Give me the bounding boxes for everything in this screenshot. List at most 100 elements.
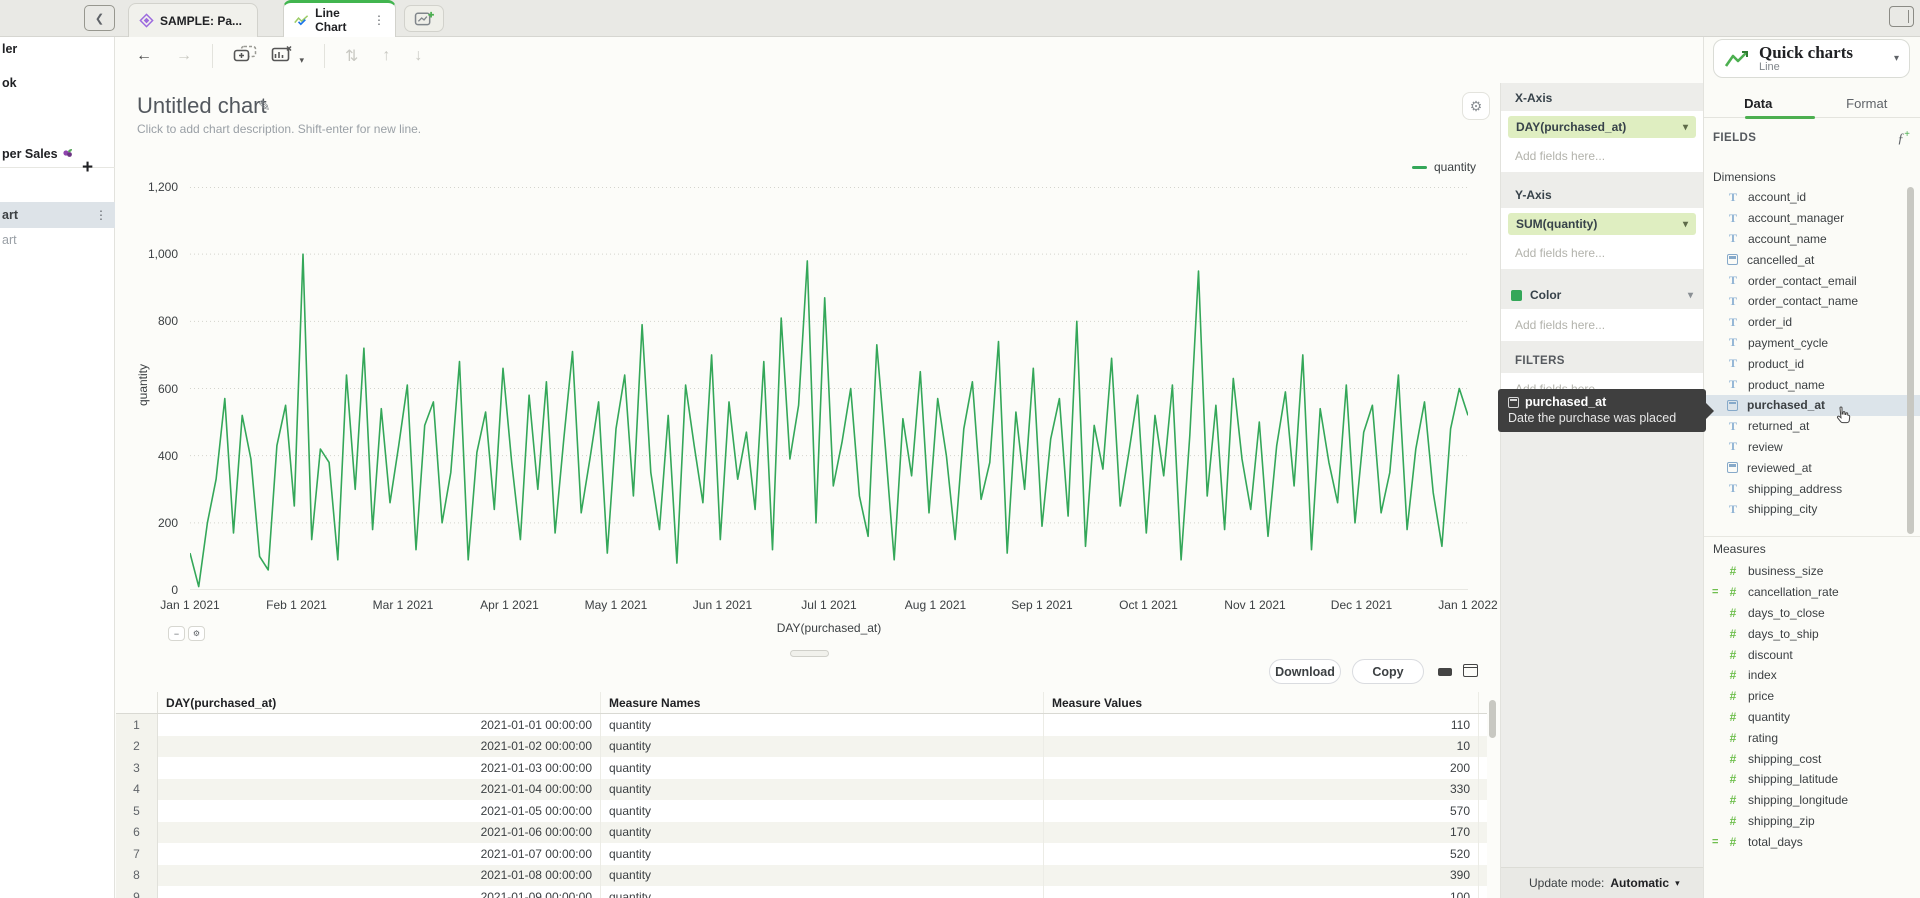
x-axis-section-label: X-Axis xyxy=(1501,83,1703,111)
encoding-shelf-panel: X-Axis DAY(purchased_at) ▾ Add fields he… xyxy=(1500,83,1703,898)
measure-total_days[interactable]: =#total_days xyxy=(1704,831,1920,852)
chart-title[interactable]: Untitled chart xyxy=(137,93,267,119)
measure-quantity[interactable]: #quantity xyxy=(1704,707,1920,728)
dimension-account_id[interactable]: Taccount_id xyxy=(1704,187,1920,208)
chevron-down-icon[interactable]: ▾ xyxy=(1675,878,1680,889)
y-axis-drop-zone[interactable]: Add fields here... xyxy=(1501,237,1703,269)
update-mode-value[interactable]: Automatic xyxy=(1610,876,1669,890)
sidebar-item-muted[interactable]: art xyxy=(0,233,17,247)
measure-index[interactable]: #index xyxy=(1704,665,1920,686)
redo-button[interactable]: → xyxy=(176,47,192,65)
chevron-down-icon[interactable]: ▾ xyxy=(1683,122,1688,133)
edit-title-pencil-icon[interactable]: ✎ xyxy=(258,97,271,115)
y-axis-field-pill[interactable]: SUM(quantity) ▾ xyxy=(1508,213,1696,235)
table-row: 72021-01-07 00:00:00quantity520 xyxy=(116,843,1487,865)
right-panel-toggle-icon[interactable] xyxy=(1889,6,1914,27)
field-label: business_size xyxy=(1748,564,1823,578)
sidebar-item-truncated-2[interactable]: ok xyxy=(0,76,115,90)
measure-shipping_cost[interactable]: #shipping_cost xyxy=(1704,748,1920,769)
measure-price[interactable]: #price xyxy=(1704,686,1920,707)
sidebar-item-super-sales[interactable]: per Sales xyxy=(0,147,115,161)
x-axis-drop-zone[interactable]: Add fields here... xyxy=(1501,140,1703,172)
dimension-order_contact_email[interactable]: Torder_contact_email xyxy=(1704,270,1920,291)
chart-settings-button[interactable]: ⚙ xyxy=(1462,92,1490,120)
dimension-order_id[interactable]: Torder_id xyxy=(1704,312,1920,333)
tab-line-chart[interactable]: Line Chart ⋮ xyxy=(283,0,396,37)
sort-descending-button[interactable]: ↓ xyxy=(414,47,422,65)
table-scrollbar[interactable] xyxy=(1489,700,1496,738)
remove-chart-button[interactable]: ▾ xyxy=(271,45,304,68)
quantity-line-series[interactable] xyxy=(190,254,1468,586)
dimension-account_name[interactable]: Taccount_name xyxy=(1704,229,1920,250)
table-cell: quantity xyxy=(601,886,1044,898)
table-cell: 2021-01-02 00:00:00 xyxy=(158,736,601,758)
duplicate-chart-button[interactable] xyxy=(233,45,257,68)
measure-rating[interactable]: #rating xyxy=(1704,727,1920,748)
chart-table-resize-handle[interactable] xyxy=(790,650,829,657)
dimension-payment_cycle[interactable]: Tpayment_cycle xyxy=(1704,333,1920,354)
field-label: discount xyxy=(1748,648,1793,662)
dimension-reviewed_at[interactable]: reviewed_at xyxy=(1704,457,1920,478)
measure-shipping_latitude[interactable]: #shipping_latitude xyxy=(1704,769,1920,790)
undo-button[interactable]: ← xyxy=(136,47,152,65)
expand-table-icon[interactable] xyxy=(1463,664,1478,677)
table-cell: 2021-01-06 00:00:00 xyxy=(158,822,601,844)
add-calculated-field-button[interactable]: ƒ+ xyxy=(1897,129,1910,148)
dimension-order_contact_name[interactable]: Torder_contact_name xyxy=(1704,291,1920,312)
table-cell: 330 xyxy=(1044,779,1479,801)
sidebar-item-line-chart-active[interactable]: art ⋮ xyxy=(0,202,115,228)
tab-format[interactable]: Format xyxy=(1813,90,1920,117)
dimension-shipping_city[interactable]: Tshipping_city xyxy=(1704,499,1920,520)
measure-days_to_close[interactable]: #days_to_close xyxy=(1704,603,1920,624)
measure-shipping_longitude[interactable]: #shipping_longitude xyxy=(1704,790,1920,811)
chevron-down-icon[interactable]: ▾ xyxy=(1894,53,1899,64)
measure-business_size[interactable]: #business_size xyxy=(1704,561,1920,582)
collapse-table-icon[interactable] xyxy=(1438,668,1452,676)
chart-description-placeholder[interactable]: Click to add chart description. Shift-en… xyxy=(137,122,421,136)
filters-section-label: FILTERS xyxy=(1501,341,1703,373)
dimension-review[interactable]: Treview xyxy=(1704,437,1920,458)
sidebar-collapse-button[interactable]: ❮ xyxy=(84,5,115,31)
new-chart-tab-button[interactable] xyxy=(404,5,444,32)
copy-button[interactable]: Copy xyxy=(1352,659,1424,684)
chart-type-selector[interactable]: Quick charts Line ▾ xyxy=(1713,39,1910,78)
dimension-returned_at[interactable]: Treturned_at xyxy=(1704,416,1920,437)
x-axis-field-pill[interactable]: DAY(purchased_at) ▾ xyxy=(1508,116,1696,138)
dimension-cancelled_at[interactable]: cancelled_at xyxy=(1704,249,1920,270)
tooltip-arrow xyxy=(1706,403,1714,419)
dimension-product_name[interactable]: Tproduct_name xyxy=(1704,374,1920,395)
swap-axes-button[interactable]: ⇅ xyxy=(345,46,358,66)
sort-ascending-button[interactable]: ↑ xyxy=(382,47,390,65)
hand-cursor-icon xyxy=(1832,405,1854,429)
measure-shipping_zip[interactable]: #shipping_zip xyxy=(1704,811,1920,832)
dimension-account_manager[interactable]: Taccount_manager xyxy=(1704,208,1920,229)
field-label: quantity xyxy=(1748,710,1790,724)
line-chart-plot[interactable] xyxy=(190,187,1468,590)
color-section-header[interactable]: Color ▾ xyxy=(1501,279,1703,309)
sidebar-item-truncated-1[interactable]: ler xyxy=(0,42,115,56)
table-cell: 170 xyxy=(1044,822,1479,844)
measure-discount[interactable]: #discount xyxy=(1704,644,1920,665)
tab-sample-dataset[interactable]: SAMPLE: Pa... xyxy=(128,3,258,37)
dimension-purchased_at[interactable]: purchased_at xyxy=(1704,395,1920,416)
sidebar-item-menu-icon[interactable]: ⋮ xyxy=(95,208,107,222)
tab-data[interactable]: Data xyxy=(1704,90,1813,117)
chevron-down-icon[interactable]: ▾ xyxy=(1683,219,1688,230)
left-sidebar: ler ok + per Sales art ⋮ art xyxy=(0,37,115,898)
measure-cancellation_rate[interactable]: =#cancellation_rate xyxy=(1704,582,1920,603)
chart-legend[interactable]: quantity xyxy=(1412,160,1476,174)
fields-scrollbar[interactable] xyxy=(1907,187,1914,534)
download-button[interactable]: Download xyxy=(1269,659,1341,684)
measures-list: #business_size=#cancellation_rate#days_t… xyxy=(1704,561,1920,852)
zoom-out-button[interactable]: − xyxy=(168,626,185,641)
measure-days_to_ship[interactable]: #days_to_ship xyxy=(1704,623,1920,644)
dimension-product_id[interactable]: Tproduct_id xyxy=(1704,353,1920,374)
plot-options-button[interactable]: ⚙ xyxy=(188,626,205,641)
color-drop-zone[interactable]: Add fields here... xyxy=(1501,309,1703,341)
dimension-shipping_address[interactable]: Tshipping_address xyxy=(1704,478,1920,499)
tab-menu-icon[interactable]: ⋮ xyxy=(371,13,385,27)
chevron-down-icon[interactable]: ▾ xyxy=(1688,290,1693,301)
table-cell: quantity xyxy=(601,779,1044,801)
calendar-icon xyxy=(1727,400,1738,411)
table-cell: 200 xyxy=(1044,757,1479,779)
